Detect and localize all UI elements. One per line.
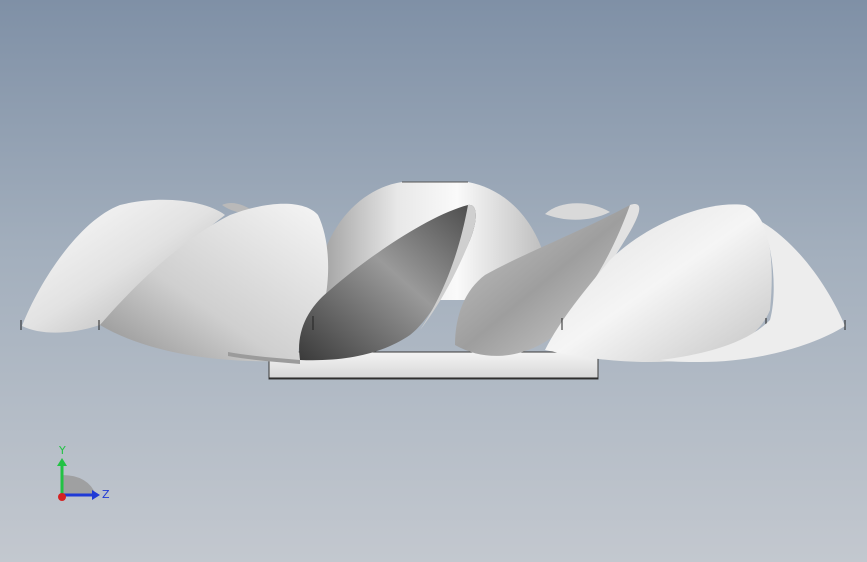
propeller-model[interactable]	[0, 0, 867, 562]
3d-viewport[interactable]: Y Z	[0, 0, 867, 562]
x-axis-dot	[58, 493, 66, 501]
z-axis-label: Z	[102, 488, 110, 501]
triad-plane-icon	[62, 475, 96, 495]
axis-triad: Y Z	[57, 444, 110, 501]
y-axis-label: Y	[58, 444, 66, 457]
z-axis-arrowhead	[92, 490, 100, 500]
y-axis-arrowhead	[57, 458, 67, 466]
